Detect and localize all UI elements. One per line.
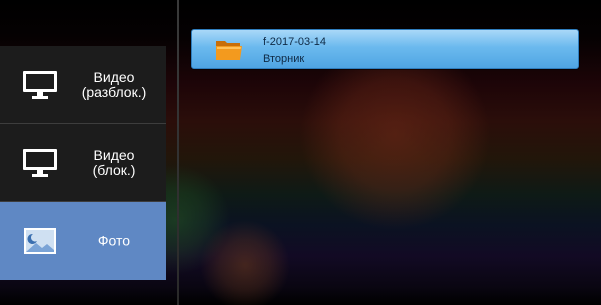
sidebar-item-label: Видео (блок.) [92, 146, 136, 178]
file-name: f-2017-03-14 [263, 36, 326, 48]
sidebar-item-video-unlocked[interactable]: Видео (разблок.) [0, 46, 166, 124]
sidebar: Видео (разблок.) Видео (блок.) Фото [0, 46, 166, 280]
sidebar-item-label: Фото [97, 232, 131, 249]
photo-icon [24, 228, 56, 254]
monitor-icon [23, 148, 57, 177]
file-subtitle: Вторник [263, 53, 305, 65]
sidebar-item-photo[interactable]: Фото [0, 202, 166, 280]
folder-icon [216, 41, 242, 60]
file-list-item[interactable]: f-2017-03-14 Вторник [191, 29, 579, 69]
sidebar-item-video-locked[interactable]: Видео (блок.) [0, 124, 166, 202]
monitor-icon [23, 70, 57, 99]
panel-divider [177, 0, 179, 305]
sidebar-item-label: Видео (разблок.) [81, 68, 147, 100]
